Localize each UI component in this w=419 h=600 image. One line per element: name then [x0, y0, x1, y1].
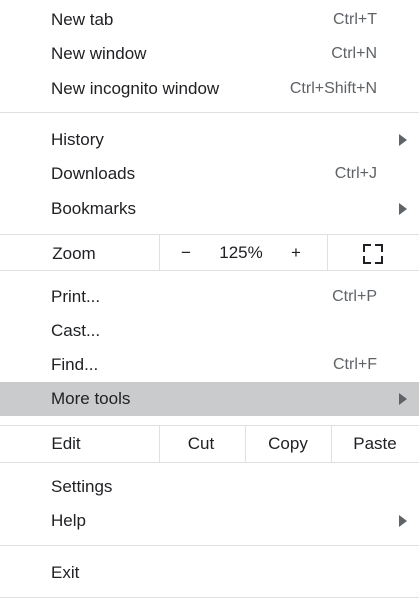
- edit-divider: [159, 426, 160, 462]
- zoom-in-button[interactable]: +: [291, 243, 301, 263]
- menu-item-label: Settings: [51, 477, 113, 496]
- menu-item-label: New incognito window: [51, 79, 220, 98]
- edit-divider: [331, 426, 332, 462]
- fullscreen-icon[interactable]: [363, 244, 383, 264]
- menu-item-shortcut: Ctrl+N: [331, 45, 377, 62]
- menu-item-label: History: [51, 130, 104, 149]
- menu-item-find[interactable]: Find... Ctrl+F: [0, 348, 419, 382]
- menu-item-label: More tools: [51, 389, 131, 408]
- menu-separator: [0, 597, 419, 598]
- menu-item-label: Find...: [51, 355, 99, 374]
- zoom-divider: [159, 235, 160, 270]
- menu-item-print[interactable]: Print... Ctrl+P: [0, 280, 419, 314]
- menu-item-shortcut: Ctrl+Shift+N: [289, 80, 377, 97]
- menu-item-new-incognito-window[interactable]: New incognito window Ctrl+Shift+N: [0, 72, 419, 106]
- menu-item-new-window[interactable]: New window Ctrl+N: [0, 37, 419, 71]
- menu-item-shortcut: Ctrl+P: [332, 288, 377, 305]
- menu-separator: [0, 112, 419, 113]
- menu-item-help[interactable]: Help: [0, 504, 419, 538]
- menu-item-bookmarks[interactable]: Bookmarks: [0, 192, 419, 226]
- menu-item-settings[interactable]: Settings: [0, 470, 419, 504]
- menu-separator: [0, 270, 419, 271]
- menu-item-downloads[interactable]: Downloads Ctrl+J: [0, 157, 419, 191]
- chrome-main-menu: New tab Ctrl+T New window Ctrl+N New inc…: [0, 0, 419, 600]
- menu-separator: [0, 425, 419, 426]
- menu-item-label: Downloads: [51, 164, 136, 183]
- menu-separator: [0, 462, 419, 463]
- menu-item-shortcut: Ctrl+J: [334, 165, 377, 182]
- zoom-level: 125%: [219, 243, 263, 262]
- menu-separator: [0, 234, 419, 235]
- menu-separator: [0, 545, 419, 546]
- menu-item-label: Cast...: [51, 321, 101, 340]
- zoom-divider: [327, 235, 328, 270]
- edit-divider: [245, 426, 246, 462]
- copy-button[interactable]: Copy: [268, 434, 308, 454]
- submenu-arrow-icon: [399, 203, 407, 215]
- menu-item-cast[interactable]: Cast...: [0, 314, 419, 348]
- menu-item-label: Print...: [51, 287, 101, 306]
- paste-button[interactable]: Paste: [353, 434, 396, 454]
- menu-item-label: Help: [51, 511, 86, 530]
- cut-button[interactable]: Cut: [188, 434, 214, 454]
- submenu-arrow-icon: [399, 134, 407, 146]
- zoom-out-button[interactable]: −: [181, 243, 191, 263]
- menu-item-new-tab[interactable]: New tab Ctrl+T: [0, 3, 419, 37]
- menu-item-shortcut: Ctrl+T: [333, 11, 377, 28]
- menu-item-label: Bookmarks: [51, 199, 137, 218]
- menu-item-exit[interactable]: Exit: [0, 556, 419, 590]
- menu-item-history[interactable]: History: [0, 123, 419, 157]
- menu-item-label: New window: [51, 44, 147, 63]
- menu-item-more-tools[interactable]: More tools: [0, 382, 419, 416]
- menu-item-label: New tab: [51, 10, 114, 29]
- submenu-arrow-icon: [399, 393, 407, 405]
- submenu-arrow-icon: [399, 515, 407, 527]
- menu-item-shortcut: Ctrl+F: [333, 356, 377, 373]
- zoom-label: Zoom: [52, 244, 96, 263]
- menu-item-label: Exit: [51, 563, 80, 582]
- edit-label: Edit: [51, 434, 81, 453]
